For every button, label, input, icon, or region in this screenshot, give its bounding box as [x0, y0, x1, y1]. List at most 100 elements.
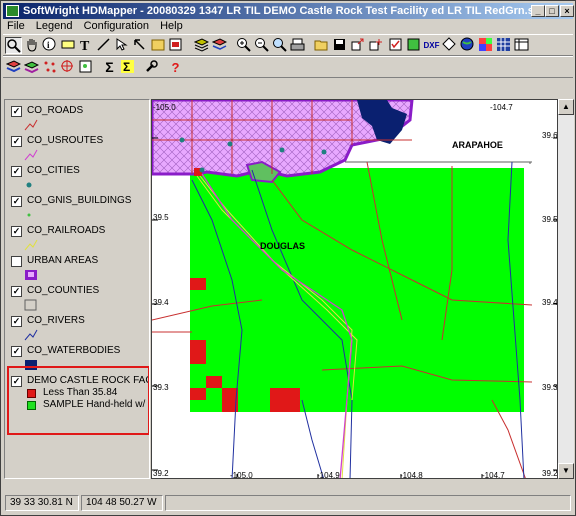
layer-checkbox[interactable]: ✓: [11, 196, 22, 207]
layer-checkbox[interactable]: ✓: [11, 286, 22, 297]
help-icon[interactable]: ?: [167, 59, 184, 76]
layer-checkbox[interactable]: ✓: [11, 316, 22, 327]
application-window: SoftWright HDMapper - 20080329 1347 LR T…: [0, 0, 576, 516]
globe-icon[interactable]: [459, 37, 476, 54]
scroll-up-button[interactable]: ▲: [558, 99, 574, 115]
wrench-icon[interactable]: [143, 59, 160, 76]
grid-icon[interactable]: [495, 37, 512, 54]
status-message: [165, 495, 571, 511]
filter-icon[interactable]: [405, 37, 422, 54]
layer-checkbox[interactable]: ✓: [11, 136, 22, 147]
map-vertical-scrollbar[interactable]: ▲ ▼: [558, 99, 574, 479]
layer-props-icon[interactable]: [167, 37, 184, 54]
maximize-button[interactable]: □: [545, 5, 559, 17]
lat-label-left-4: 39.2: [153, 469, 169, 478]
svg-text:Σ: Σ: [123, 60, 130, 74]
legend-layer-railroads[interactable]: ✓ CO_RAILROADS: [9, 223, 149, 253]
sigma-icon[interactable]: Σ: [101, 59, 118, 76]
compass-icon[interactable]: [59, 59, 76, 76]
zoom-in-icon[interactable]: [235, 37, 252, 54]
diamond-icon[interactable]: [441, 37, 458, 54]
lon-label-bottom-1: -104.9: [317, 471, 340, 479]
window-title: SoftWright HDMapper - 20080329 1347 LR T…: [23, 5, 548, 17]
zoom-extents-icon[interactable]: [271, 37, 288, 54]
minimize-button[interactable]: _: [531, 5, 545, 17]
toolbar-row-2: Σ Σ ?: [3, 56, 573, 78]
add-layer-icon[interactable]: [367, 37, 384, 54]
layer-name: CO_WATERBODIES: [27, 345, 121, 356]
zoom-out-icon[interactable]: [253, 37, 270, 54]
legend-layer-roads[interactable]: ✓ CO_ROADS: [9, 103, 149, 133]
close-button[interactable]: ×: [560, 5, 574, 17]
layer-checkbox[interactable]: ✓: [11, 346, 22, 357]
lat-label-right-4: 39.2: [542, 469, 558, 478]
legend-layer-rivers[interactable]: ✓ CO_RIVERS: [9, 313, 149, 343]
label-icon[interactable]: [59, 37, 76, 54]
print-icon[interactable]: [289, 37, 306, 54]
layer-name: CO_RAILROADS: [27, 225, 106, 236]
road-line-icon: [24, 119, 38, 131]
lat-label-right-1: 39.5: [542, 215, 558, 224]
text-icon[interactable]: T: [77, 37, 94, 54]
open-folder-icon[interactable]: [313, 37, 330, 54]
table-icon[interactable]: [513, 37, 530, 54]
pointer-icon[interactable]: [113, 37, 130, 54]
lon-label-bottom-2: -104.8: [400, 471, 423, 479]
menu-help[interactable]: Help: [156, 19, 187, 33]
open-map-icon[interactable]: [149, 37, 166, 54]
lat-label-right-2: 39.4: [542, 298, 558, 307]
zoom-select-icon[interactable]: [5, 37, 22, 54]
layer-name: CO_COUNTIES: [27, 285, 100, 296]
highlight-box: [7, 366, 149, 435]
county-box-icon: [24, 299, 37, 311]
lat-label-left-2: 39.4: [153, 298, 169, 307]
layer-add-2-icon[interactable]: [23, 59, 40, 76]
lat-label-left-3: 39.3: [153, 383, 169, 392]
grid-edit-icon[interactable]: [77, 59, 94, 76]
line-icon[interactable]: [95, 37, 112, 54]
palette-icon[interactable]: [477, 37, 494, 54]
menu-configuration[interactable]: Configuration: [80, 19, 153, 33]
app-icon: [6, 5, 19, 17]
map-canvas[interactable]: -105.0 -104.7 39.5 39.4 39.3 39.2 39.6 3…: [151, 99, 558, 479]
layer-name: CO_CITIES: [27, 165, 80, 176]
layer-checkbox[interactable]: [11, 256, 22, 267]
layer-checkbox[interactable]: ✓: [11, 106, 22, 117]
export-icon[interactable]: [349, 37, 366, 54]
legend-layer-cities[interactable]: ✓ CO_CITIES: [9, 163, 149, 193]
scroll-down-button[interactable]: ▼: [558, 463, 574, 479]
railroad-line-icon: [24, 239, 38, 251]
pan-hand-icon[interactable]: [23, 37, 40, 54]
select-arrow-icon[interactable]: [131, 37, 148, 54]
sigma-select-icon[interactable]: Σ: [119, 59, 136, 76]
county-gap: [524, 164, 534, 478]
lat-label-left-1: 39.5: [153, 213, 169, 222]
legend-layer-gnis-buildings[interactable]: ✓ CO_GNIS_BUILDINGS: [9, 193, 149, 223]
layer-add-icon[interactable]: [211, 37, 228, 54]
map-svg: -105.0 -104.7 39.5 39.4 39.3 39.2 39.6 3…: [152, 100, 558, 479]
toolbar-row-1: i T DXF: [3, 34, 573, 56]
check-icon[interactable]: [387, 37, 404, 54]
city-dot-icon: [26, 182, 32, 188]
legend-layer-counties[interactable]: ✓ CO_COUNTIES: [9, 283, 149, 313]
menu-file[interactable]: File: [3, 19, 29, 33]
layers-icon[interactable]: [193, 37, 210, 54]
layer-name: URBAN AREAS: [27, 255, 99, 266]
legend-layer-usroutes[interactable]: ✓ CO_USROUTES: [9, 133, 149, 163]
menu-legend[interactable]: Legend: [32, 19, 77, 33]
points-icon[interactable]: [41, 59, 58, 76]
lon-label-top-0: -105.0: [153, 103, 176, 112]
save-icon[interactable]: [331, 37, 348, 54]
lat-label-right-0: 39.6: [542, 131, 558, 140]
layer-checkbox[interactable]: ✓: [11, 166, 22, 177]
legend-layer-urban-areas[interactable]: URBAN AREAS: [9, 253, 149, 283]
layer-name: CO_USROUTES: [27, 135, 104, 146]
info-icon[interactable]: i: [41, 37, 58, 54]
dxf-icon[interactable]: DXF: [423, 37, 440, 54]
legend-panel: ✓ CO_ROADS ✓ CO_USROUTES ✓ CO_CITIES ✓ C…: [4, 99, 150, 479]
layer-checkbox[interactable]: ✓: [11, 226, 22, 237]
layer-stack-icon[interactable]: [5, 59, 22, 76]
status-longitude: 104 48 50.27 W: [81, 495, 163, 511]
urban-fill-icon: [25, 270, 37, 280]
layer-name: CO_RIVERS: [27, 315, 85, 326]
